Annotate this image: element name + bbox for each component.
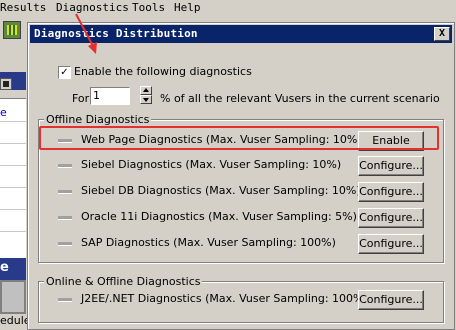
annotation-arrow-icon [75, 13, 97, 54]
